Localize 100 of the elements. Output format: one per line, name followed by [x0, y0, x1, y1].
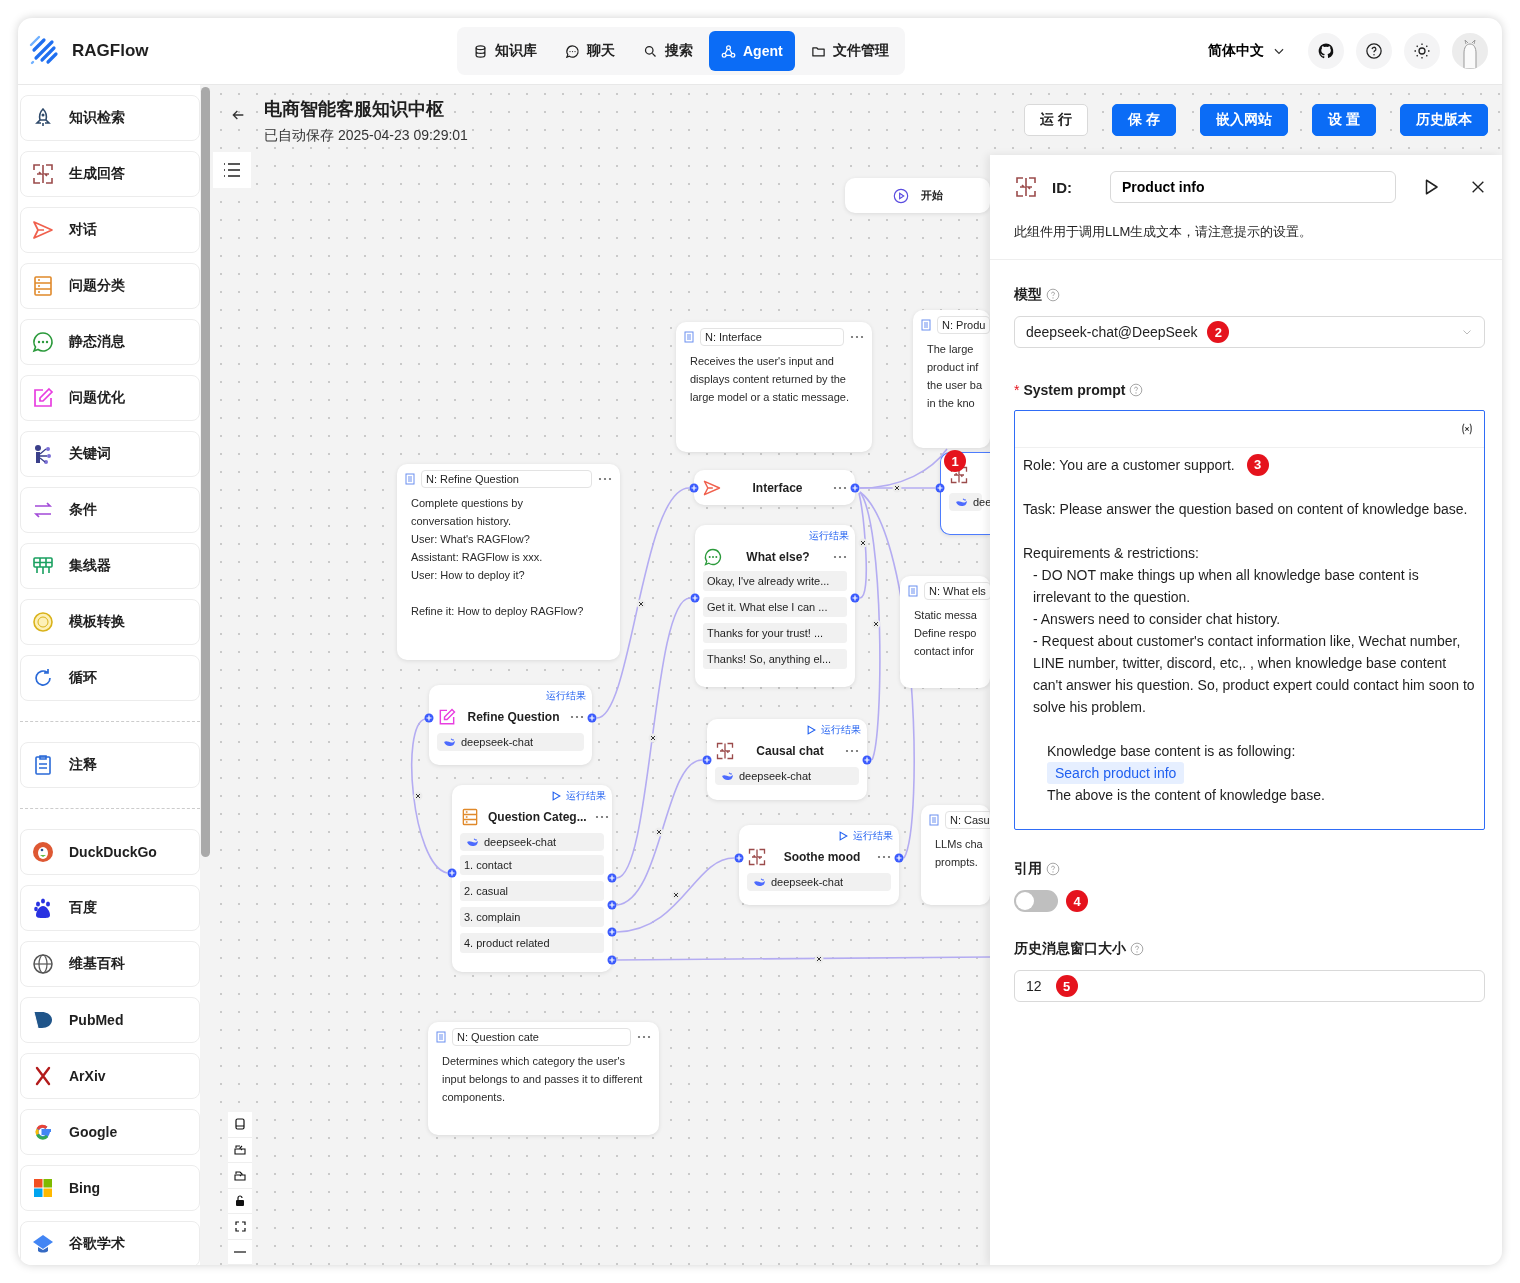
operator-node[interactable]: 运行结果 Question Categ... deepseek-chat 1. contact 2. casual 3. complain 4. product related: [452, 785, 612, 972]
note-title-field[interactable]: N: Refine Question: [421, 470, 592, 488]
connection-handle[interactable]: [935, 483, 945, 493]
component-item[interactable]: ArXiv: [20, 1053, 200, 1099]
connection-handle[interactable]: [587, 713, 597, 723]
run-result-link[interactable]: 运行结果: [546, 689, 586, 703]
variable-icon[interactable]: [1460, 422, 1474, 436]
component-item[interactable]: 条件: [20, 487, 200, 533]
connection-handle[interactable]: [850, 483, 860, 493]
connection-handle[interactable]: [850, 593, 860, 603]
connection-handle[interactable]: [690, 593, 700, 603]
connection-handle[interactable]: [607, 955, 617, 965]
node-option[interactable]: 3. complain: [460, 907, 604, 927]
nav-tab[interactable]: Agent: [709, 31, 795, 71]
theme-button[interactable]: [1404, 33, 1440, 69]
more-icon[interactable]: [877, 855, 891, 859]
id-field[interactable]: Product info: [1110, 171, 1396, 203]
scrollbar-thumb[interactable]: [201, 87, 210, 857]
nav-tab[interactable]: 搜索: [631, 31, 705, 71]
model-select[interactable]: deepseek-chat@DeepSeek 2: [1014, 316, 1485, 348]
number-field[interactable]: 12 5: [1014, 970, 1485, 1002]
note-title-field[interactable]: N: Question cate: [452, 1028, 631, 1046]
component-item[interactable]: 对话: [20, 207, 200, 253]
run-result-link[interactable]: 运行结果: [809, 529, 849, 543]
play-icon[interactable]: [552, 791, 561, 801]
language-select[interactable]: 简体中文: [1202, 41, 1292, 61]
component-item[interactable]: 问题分类: [20, 263, 200, 309]
connection-handle[interactable]: [447, 868, 457, 878]
connection-handle[interactable]: [862, 755, 872, 765]
run-result-link[interactable]: 运行结果: [566, 789, 606, 803]
run-result-link[interactable]: 运行结果: [853, 829, 893, 843]
more-icon[interactable]: [637, 1035, 651, 1039]
component-item[interactable]: 注释: [20, 742, 200, 788]
connection-handle[interactable]: [702, 755, 712, 765]
run-result-link[interactable]: 运行结果: [821, 723, 861, 737]
action-button[interactable]: 运 行: [1024, 104, 1089, 136]
action-button[interactable]: 嵌入网站: [1200, 104, 1289, 136]
component-item[interactable]: 关键词: [20, 431, 200, 477]
repo-button[interactable]: [1308, 33, 1344, 69]
note-card[interactable]: N: Produ The large product inf the user ba in the kno: [913, 310, 990, 448]
begin-node[interactable]: 开始: [845, 178, 990, 213]
node-option[interactable]: Get it. What else I can ...: [703, 597, 847, 617]
play-icon[interactable]: [839, 831, 848, 841]
more-icon[interactable]: [598, 477, 612, 481]
component-item[interactable]: 谷歌学术: [20, 1221, 200, 1265]
more-icon[interactable]: [570, 715, 584, 719]
connection-handle[interactable]: [734, 853, 744, 863]
operator-node[interactable]: 1 dee: [940, 452, 990, 535]
nav-tab[interactable]: 知识库: [461, 31, 549, 71]
component-item[interactable]: PubMed: [20, 997, 200, 1043]
component-item[interactable]: 维基百科: [20, 941, 200, 987]
more-icon[interactable]: [833, 555, 847, 559]
node-option[interactable]: 2. casual: [460, 881, 604, 901]
variable-tag[interactable]: Search product info: [1047, 762, 1185, 784]
node-option[interactable]: 4. product related: [460, 933, 604, 953]
more-icon[interactable]: [845, 749, 859, 753]
component-item[interactable]: 静态消息: [20, 319, 200, 365]
action-button[interactable]: 历史版本: [1400, 104, 1488, 136]
note-title-field[interactable]: N: Interface: [700, 328, 844, 346]
more-icon[interactable]: [850, 335, 864, 339]
component-item[interactable]: 知识检索: [20, 95, 200, 141]
note-card[interactable]: N: What els Static messa Define respo contact infor: [900, 576, 990, 688]
component-item[interactable]: DuckDuckGo: [20, 829, 200, 875]
component-item[interactable]: 模板转换: [20, 599, 200, 645]
component-item[interactable]: 百度: [20, 885, 200, 931]
connection-handle[interactable]: [607, 873, 617, 883]
play-icon[interactable]: [807, 725, 816, 735]
nav-tab[interactable]: 聊天: [553, 31, 627, 71]
connection-handle[interactable]: [894, 853, 904, 863]
connection-handle[interactable]: [607, 900, 617, 910]
close-button[interactable]: [1470, 179, 1486, 195]
component-item[interactable]: 生成回答: [20, 151, 200, 197]
note-card[interactable]: N: Interface Receives the user's input and displays content returned by the large model or a static message.: [676, 322, 872, 452]
node-option[interactable]: Okay, I've already write...: [703, 571, 847, 591]
operator-node[interactable]: 运行结果 What else? Okay, I've already write... Get it. What else I can ... Thanks for your trust! ... Thanks! So, anything el...: [695, 525, 855, 687]
more-icon[interactable]: [594, 815, 609, 819]
node-option[interactable]: 1. contact: [460, 855, 604, 875]
node-option[interactable]: Thanks! So, anything el...: [703, 649, 847, 669]
note-card[interactable]: N: Casu LLMs cha prompts.: [921, 805, 990, 905]
operator-node[interactable]: 运行结果 Refine Question deepseek-chat: [429, 685, 592, 765]
edge-line[interactable]: [859, 448, 948, 489]
outline-button[interactable]: [213, 152, 251, 188]
quote-toggle[interactable]: [1014, 890, 1058, 912]
operator-node[interactable]: Interface: [694, 470, 855, 505]
component-item[interactable]: Bing: [20, 1165, 200, 1211]
help-button[interactable]: [1356, 33, 1392, 69]
component-item[interactable]: 循环: [20, 655, 200, 701]
connection-handle[interactable]: [689, 483, 699, 493]
component-item[interactable]: Google: [20, 1109, 200, 1155]
component-item[interactable]: 集线器: [20, 543, 200, 589]
nav-tab[interactable]: 文件管理: [798, 31, 901, 71]
note-card[interactable]: N: Refine Question Complete questions by conversation history. User: What's RAGFlow? Assistant: RAGFlow is xxx. User: How to deploy it? Refine it: How to deploy RAGFlow?: [397, 464, 620, 660]
more-icon[interactable]: [833, 486, 847, 490]
action-button[interactable]: 设 置: [1312, 104, 1376, 136]
operator-node[interactable]: 运行结果 Causal chat deepseek-chat: [707, 719, 867, 800]
component-item[interactable]: 问题优化: [20, 375, 200, 421]
operator-node[interactable]: 运行结果 Soothe mood deepseek-chat: [739, 825, 899, 905]
prompt-editor[interactable]: [1014, 410, 1485, 830]
connection-handle[interactable]: [607, 927, 617, 937]
note-card[interactable]: N: Question cate Determines which category the user's input belongs to and passes it to different components.: [428, 1022, 659, 1135]
